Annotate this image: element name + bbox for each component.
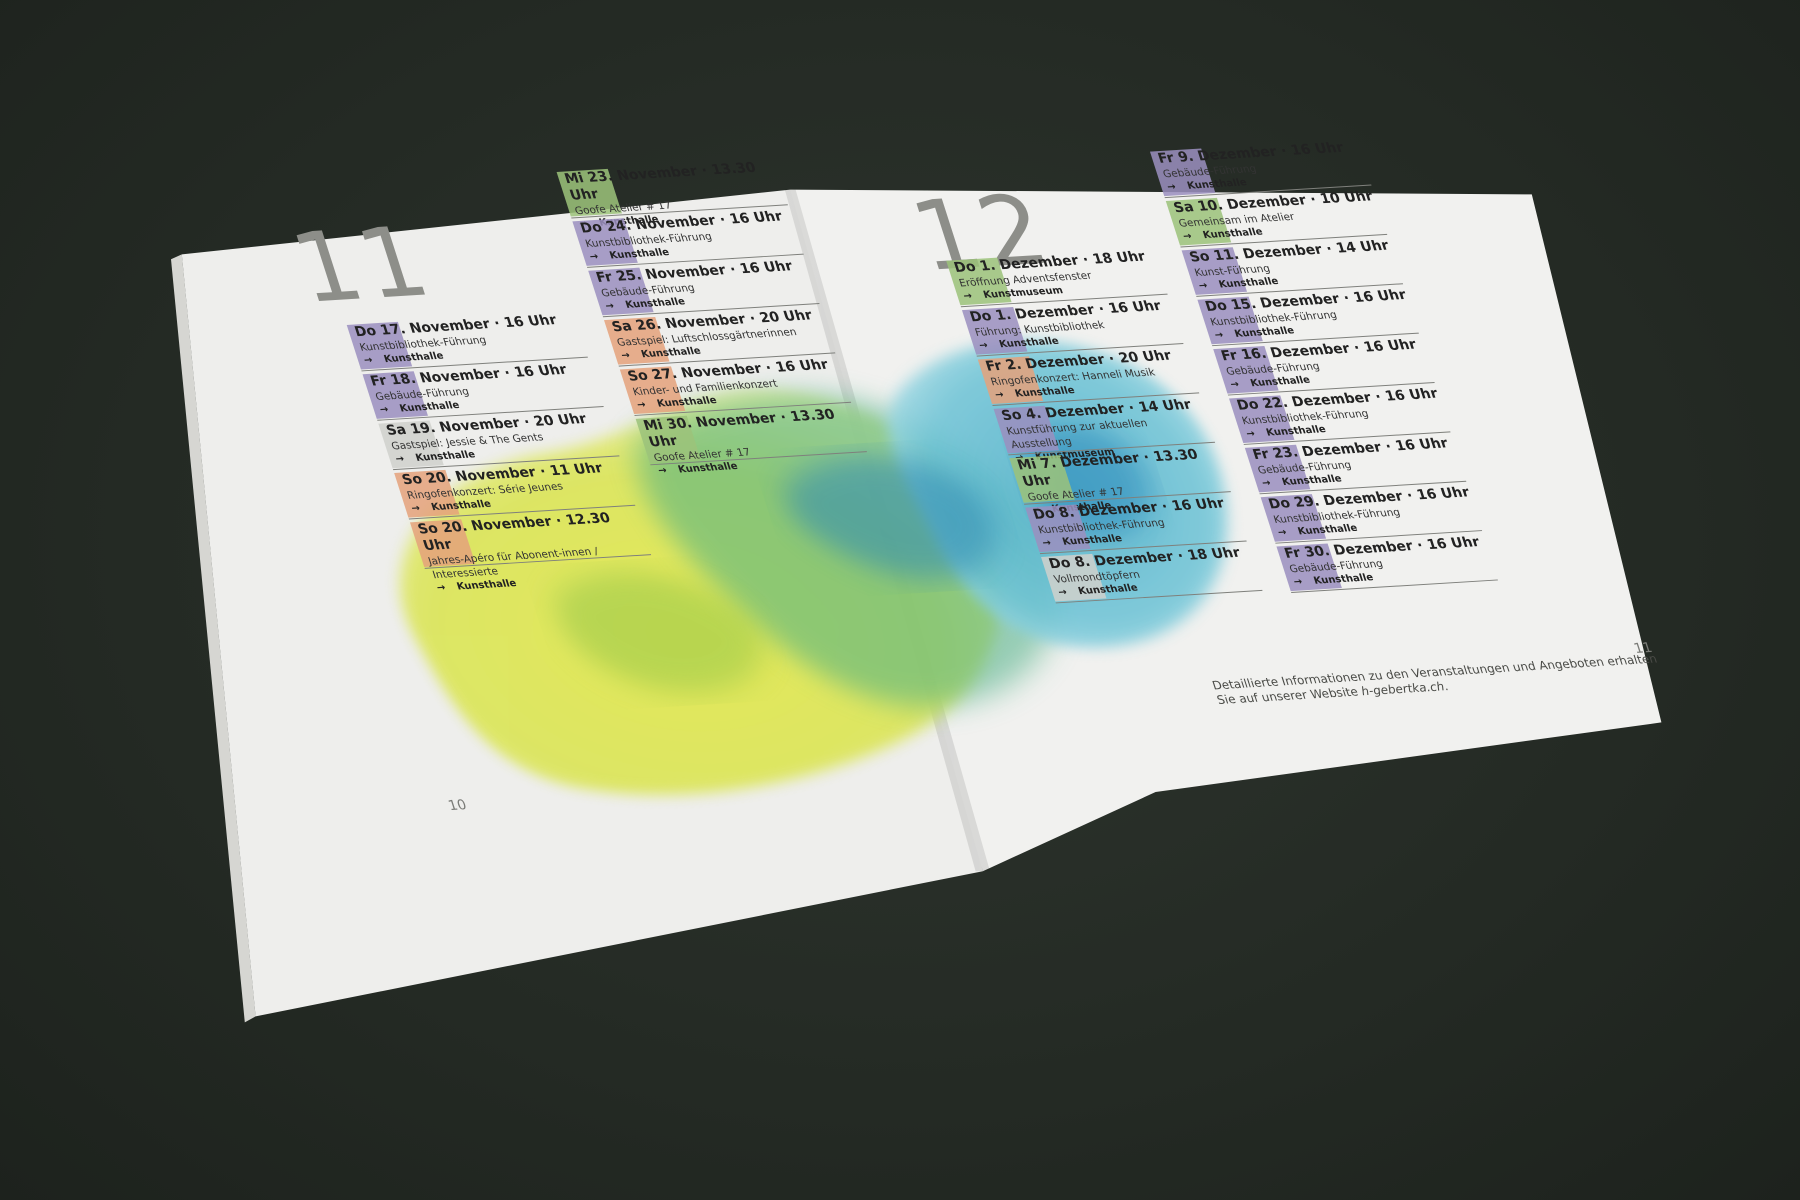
open-booklet: 11 Do 17. November · 16 Uhr Kunstbiblioth… <box>0 0 1800 1200</box>
event-location-name: Kunsthalle <box>382 350 446 365</box>
event-entry: So 20. November · 12.30 Uhr Jahres-Apéro … <box>409 509 652 594</box>
arrow-right-icon: → <box>435 582 448 594</box>
arrow-right-icon: → <box>1213 329 1225 341</box>
event-location-name: Kunsthalle <box>1013 385 1077 400</box>
event-location-name: Kunstmuseum <box>982 285 1065 301</box>
event-entry: Mi 30. November · 13.30 Uhr Goofe Atelier… <box>635 406 867 477</box>
event-location-name: Kunsthalle <box>1076 582 1140 598</box>
event-entry: Sa 10. Dezember · 10 Uhr Gemeinsam im Ate… <box>1165 188 1388 248</box>
event-location-name: Kunsthalle <box>1312 572 1375 587</box>
event-location-name: Kunsthalle <box>639 345 703 361</box>
arrow-right-icon: → <box>362 355 375 367</box>
arrow-right-icon: → <box>1260 477 1273 490</box>
event-location-name: Kunsthalle <box>430 498 493 514</box>
arrow-right-icon: → <box>409 503 422 515</box>
event-entry: So 11. Dezember · 14 Uhr Kunst-Führung → Ku… <box>1181 238 1404 297</box>
event-location-name: Kunsthalle <box>455 578 518 593</box>
arrow-right-icon: → <box>588 251 600 263</box>
event-location-name: Kunsthalle <box>1296 522 1360 538</box>
arrow-right-icon: → <box>394 453 406 465</box>
event-entry: Fr 2. Dezember · 20 Uhr Ringofenkonzert: … <box>977 347 1200 406</box>
event-entry: So 4. Dezember · 14 Uhr Kunstführung zur … <box>993 396 1216 464</box>
event-location-name: Kunsthalle <box>398 400 461 415</box>
arrow-right-icon: → <box>635 399 648 411</box>
arrow-right-icon: → <box>1041 537 1053 549</box>
event-entry: Do 15. Dezember · 16 Uhr Kunstbibliothek-… <box>1197 287 1419 347</box>
event-location-name: Kunsthalle <box>624 296 687 311</box>
event-location-name: Kunsthalle <box>1249 374 1312 390</box>
event-entry: Do 8. Dezember · 18 Uhr Vollmondtöpfern → K… <box>1041 544 1263 604</box>
arrow-right-icon: → <box>1244 428 1257 440</box>
event-entry: Fr 16. Dezember · 16 Uhr Gebäude-Führung →… <box>1213 336 1435 396</box>
arrow-right-icon: → <box>977 340 990 352</box>
event-location-name: Kunsthalle <box>655 395 719 410</box>
event-location-name: Kunsthalle <box>997 335 1061 351</box>
event-location-name: Kunsthalle <box>1061 533 1124 548</box>
event-location-name: Kunsthalle <box>1280 473 1344 488</box>
event-location-name: Kunsthalle <box>1201 226 1265 242</box>
spread-content: 11 Do 17. November · 16 Uhr Kunstbiblioth… <box>230 107 1752 883</box>
event-location-name: Kunsthalle <box>1264 424 1328 439</box>
event-location-name: Kunsthalle <box>1233 325 1296 340</box>
event-entry: Fr 23. Dezember · 16 Uhr Gebäude-Führung →… <box>1244 435 1467 495</box>
arrow-right-icon: → <box>1181 231 1194 243</box>
arrow-right-icon: → <box>1165 181 1178 193</box>
arrow-right-icon: → <box>1276 527 1289 539</box>
event-location-name: Kunsthalle <box>608 247 671 262</box>
arrow-right-icon: → <box>1292 576 1304 588</box>
arrow-right-icon: → <box>993 389 1006 401</box>
event-location-name: Kunsthalle <box>676 461 740 476</box>
arrow-right-icon: → <box>1056 587 1069 599</box>
arrow-right-icon: → <box>1229 379 1241 391</box>
event-location-name: Kunsthalle <box>414 449 477 464</box>
event-location-name: Kunsthalle <box>1185 177 1249 192</box>
event-location-name: Kunsthalle <box>1217 276 1280 291</box>
arrow-right-icon: → <box>378 404 391 416</box>
event-entry: Do 29. Dezember · 16 Uhr Kunstbibliothek-… <box>1260 485 1483 544</box>
event-entry: Do 1. Dezember · 16 Uhr Führung: Kunstbib… <box>961 298 1184 357</box>
arrow-right-icon: → <box>656 465 669 477</box>
arrow-right-icon: → <box>619 350 632 362</box>
event-entry: Do 22. Dezember · 16 Uhr Kunstbibliothek-… <box>1229 386 1451 445</box>
event-entry: Fr 30. Dezember · 16 Uhr Gebäude-Führung →… <box>1276 534 1498 594</box>
arrow-right-icon: → <box>1197 280 1210 292</box>
arrow-right-icon: → <box>604 300 616 313</box>
arrow-right-icon: → <box>961 290 974 303</box>
